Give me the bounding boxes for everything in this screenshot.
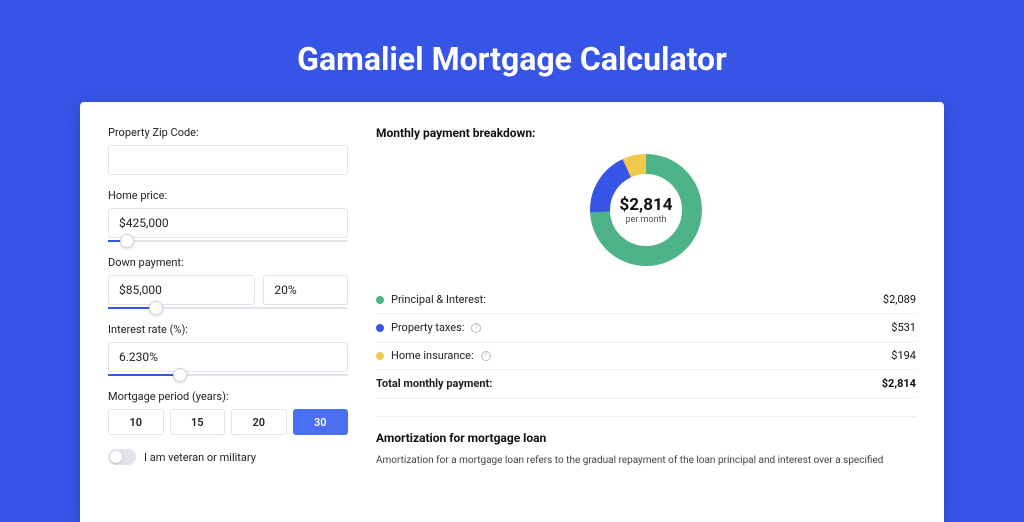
veteran-label: I am veteran or military [144, 451, 256, 464]
slider-thumb[interactable] [120, 234, 134, 248]
zip-field: Property Zip Code: [108, 126, 348, 175]
legend-label: Property taxes: [391, 321, 464, 334]
total-label: Total monthly payment: [376, 377, 492, 390]
donut-sub: per month [620, 215, 673, 225]
legend-value: $531 [891, 321, 916, 334]
legend-value: $194 [891, 349, 916, 362]
veteran-row: I am veteran or military [108, 449, 348, 465]
zip-input[interactable] [108, 145, 348, 175]
home-price-input[interactable] [108, 208, 348, 238]
interest-field: Interest rate (%): [108, 323, 348, 376]
legend-row-total: Total monthly payment: $2,814 [376, 370, 916, 398]
down-payment-input[interactable] [108, 275, 255, 305]
breakdown-title: Monthly payment breakdown: [376, 126, 916, 140]
donut-wrap: $2,814 per month [376, 150, 916, 270]
info-icon[interactable]: ? [471, 323, 481, 333]
period-label: Mortgage period (years): [108, 390, 348, 403]
down-payment-field: Down payment: [108, 256, 348, 309]
amortization-title: Amortization for mortgage loan [376, 431, 916, 445]
veteran-toggle[interactable] [108, 449, 136, 465]
interest-slider[interactable] [108, 374, 348, 376]
donut-chart: $2,814 per month [586, 150, 706, 270]
page-title: Gamaliel Mortgage Calculator [80, 40, 944, 78]
period-options: 10 15 20 30 [108, 409, 348, 435]
dot-icon [376, 352, 384, 360]
toggle-knob [110, 451, 122, 463]
zip-label: Property Zip Code: [108, 126, 348, 139]
dot-icon [376, 296, 384, 304]
period-btn-30[interactable]: 30 [293, 409, 349, 435]
interest-label: Interest rate (%): [108, 323, 348, 336]
calculator-card: Property Zip Code: Home price: Down paym… [80, 102, 944, 522]
home-price-label: Home price: [108, 189, 348, 202]
home-price-slider[interactable] [108, 240, 348, 242]
breakdown-column: Monthly payment breakdown: $2,814 per mo… [376, 126, 916, 522]
slider-fill [108, 374, 180, 376]
amortization-section: Amortization for mortgage loan Amortizat… [376, 416, 916, 468]
home-price-field: Home price: [108, 189, 348, 242]
slider-thumb[interactable] [149, 301, 163, 315]
page-frame: Gamaliel Mortgage Calculator Property Zi… [0, 0, 1024, 522]
total-value: $2,814 [882, 377, 916, 390]
legend-row-insurance: Home insurance: ? $194 [376, 342, 916, 370]
legend-label: Principal & Interest: [391, 293, 486, 306]
legend-row-taxes: Property taxes: ? $531 [376, 314, 916, 342]
period-btn-20[interactable]: 20 [231, 409, 287, 435]
down-payment-pct-input[interactable] [263, 275, 348, 305]
legend-value: $2,089 [883, 293, 916, 306]
period-btn-10[interactable]: 10 [108, 409, 164, 435]
down-payment-label: Down payment: [108, 256, 348, 269]
donut-center: $2,814 per month [620, 195, 673, 225]
legend-row-principal: Principal & Interest: $2,089 [376, 286, 916, 314]
dot-icon [376, 324, 384, 332]
form-column: Property Zip Code: Home price: Down paym… [108, 126, 348, 522]
donut-amount: $2,814 [620, 195, 673, 215]
down-payment-slider[interactable] [108, 307, 348, 309]
amortization-text: Amortization for a mortgage loan refers … [376, 453, 916, 468]
slider-thumb[interactable] [173, 368, 187, 382]
legend-label: Home insurance: [391, 349, 474, 362]
interest-input[interactable] [108, 342, 348, 372]
info-icon[interactable]: ? [481, 351, 491, 361]
period-field: Mortgage period (years): 10 15 20 30 [108, 390, 348, 435]
period-btn-15[interactable]: 15 [170, 409, 226, 435]
